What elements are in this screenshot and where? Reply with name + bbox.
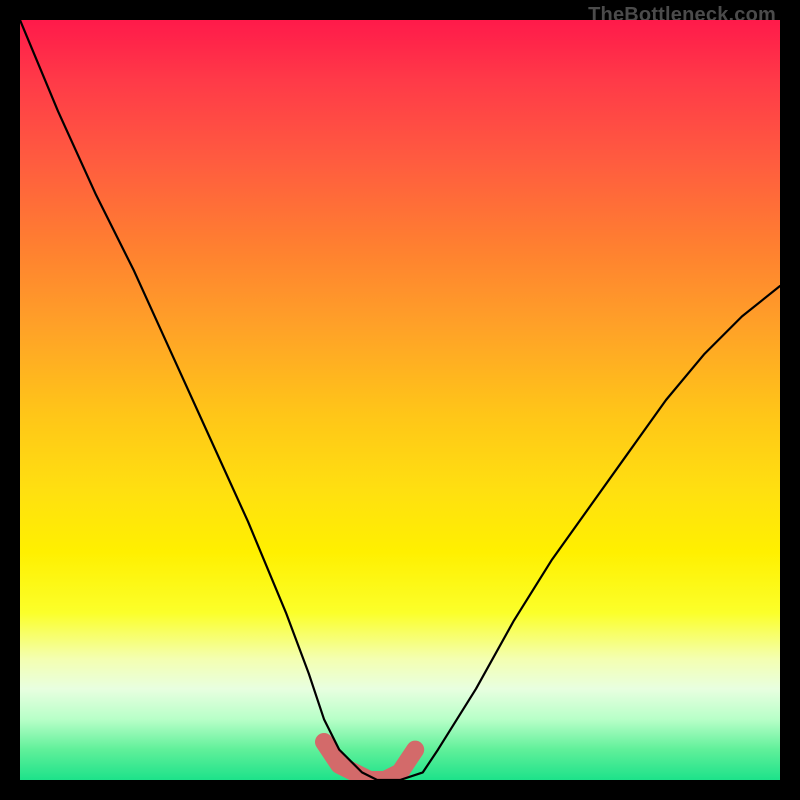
bottleneck-curve-path xyxy=(20,20,780,780)
plot-area xyxy=(20,20,780,780)
chart-frame: TheBottleneck.com xyxy=(0,0,800,800)
curve-layer xyxy=(20,20,780,780)
